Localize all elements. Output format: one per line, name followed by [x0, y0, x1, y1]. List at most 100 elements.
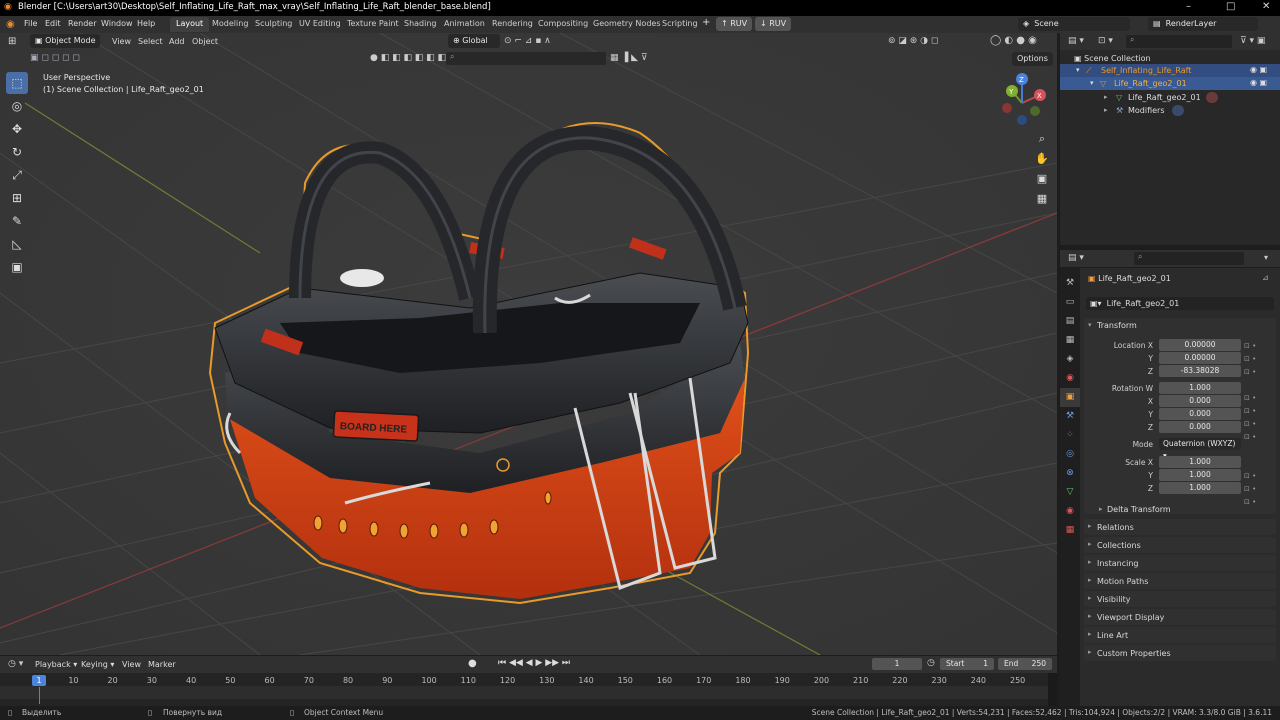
- panel-viewport-display[interactable]: ▸ Viewport Display: [1084, 609, 1276, 625]
- tab-sculpting[interactable]: Sculpting: [249, 17, 298, 32]
- 3d-viewport[interactable]: BOARD HERE X Y Z User Perspective (1) Sc…: [0, 33, 1057, 655]
- outliner-root[interactable]: ▣ Scene Collection: [1074, 54, 1151, 63]
- camera-icon[interactable]: ▣: [1034, 169, 1050, 189]
- move-icon[interactable]: ✥: [6, 118, 28, 140]
- grid-view-icon[interactable]: ▦: [1034, 189, 1050, 209]
- tab-geometry-nodes[interactable]: Geometry Nodes: [587, 17, 666, 32]
- location-z-field[interactable]: -83.38028: [1159, 365, 1241, 377]
- outliner-search-input[interactable]: ⌕: [1126, 35, 1232, 48]
- outliner-row-collection[interactable]: ▾ ⟋ Self_Inflating_Life_Raft ◉ ▣: [1060, 64, 1280, 77]
- location-y-field[interactable]: 0.00000: [1159, 352, 1241, 364]
- delta-transform-header[interactable]: Delta Transform: [1107, 505, 1171, 514]
- timeline-view-menu[interactable]: View: [122, 660, 141, 669]
- add-menu[interactable]: Add: [169, 37, 185, 46]
- transform-orientation-selector[interactable]: ⊕ Global: [448, 34, 500, 48]
- select-box-icon[interactable]: ⬚: [6, 72, 28, 94]
- material-tab-icon[interactable]: ◉: [1060, 502, 1080, 521]
- maximize-button[interactable]: □: [1226, 1, 1235, 12]
- panel-line-art[interactable]: ▸ Line Art: [1084, 627, 1276, 643]
- rotation-mode-dropdown[interactable]: Quaternion (WXYZ) ▾: [1159, 438, 1241, 460]
- playback-controls-icon[interactable]: ⏮ ◀◀ ◀ ▶ ▶▶ ⏭: [498, 658, 570, 668]
- tab-rendering[interactable]: Rendering: [486, 17, 539, 32]
- measure-icon[interactable]: ◺: [6, 233, 28, 255]
- add-workspace-button[interactable]: +: [702, 17, 710, 28]
- scale-y-field[interactable]: 1.000: [1159, 469, 1241, 481]
- pin-icon[interactable]: ⊿: [1262, 273, 1269, 282]
- visibility-icon[interactable]: ⊚ ◪ ⊛ ◑ ◻: [888, 36, 938, 46]
- eye-icon[interactable]: ◉ ▣: [1250, 78, 1267, 87]
- object-menu[interactable]: Object: [192, 37, 218, 46]
- playhead-marker[interactable]: 1: [32, 675, 46, 686]
- end-frame-field[interactable]: End 250: [998, 658, 1052, 670]
- menu-edit[interactable]: Edit: [45, 19, 61, 28]
- viewport-filter-funnel-icon[interactable]: ▦ ▐ ◣ ⊽: [610, 53, 648, 63]
- zoom-icon[interactable]: ⌕: [1034, 129, 1050, 149]
- tab-uv-editing[interactable]: UV Editing: [293, 17, 347, 32]
- modifier-tab-icon[interactable]: ⚒: [1060, 407, 1080, 426]
- rotation-x-field[interactable]: 0.000: [1159, 395, 1241, 407]
- tab-shading[interactable]: Shading: [398, 17, 443, 32]
- transform-collapse-icon[interactable]: ▾: [1088, 321, 1092, 329]
- delta-collapse-icon[interactable]: ▸: [1099, 505, 1103, 513]
- annotate-icon[interactable]: ✎: [6, 210, 28, 232]
- select-menu[interactable]: Select: [138, 37, 163, 46]
- view-layer-tab-icon[interactable]: ▦: [1060, 331, 1080, 350]
- data-tab-icon[interactable]: ▽: [1060, 483, 1080, 502]
- scale-icon[interactable]: ⤢: [6, 164, 28, 186]
- editor-type-icon[interactable]: ⊞: [8, 36, 16, 47]
- cursor-icon[interactable]: ◎: [6, 95, 28, 117]
- menu-help[interactable]: Help: [137, 19, 155, 28]
- outliner-row-object[interactable]: ▾ ▽ Life_Raft_geo2_01 ◉ ▣: [1060, 77, 1280, 90]
- viewport-filter-icons[interactable]: ● ◧ ◧ ◧ ◧ ◧ ◧: [370, 53, 446, 63]
- ruv-button-2[interactable]: ↓ RUV: [755, 17, 792, 31]
- texture-tab-icon[interactable]: ▦: [1060, 521, 1080, 540]
- panel-instancing[interactable]: ▸ Instancing: [1084, 555, 1276, 571]
- panel-motion-paths[interactable]: ▸ Motion Paths: [1084, 573, 1276, 589]
- properties-options-icon[interactable]: ▾: [1264, 253, 1268, 262]
- scale-x-field[interactable]: 1.000: [1159, 456, 1241, 468]
- object-name-field[interactable]: ▣▾ Life_Raft_geo2_01: [1086, 297, 1274, 310]
- rotation-y-field[interactable]: 0.000: [1159, 408, 1241, 420]
- display-mode-icon[interactable]: ⊡ ▾: [1098, 36, 1113, 46]
- world-tab-icon[interactable]: ◉: [1060, 369, 1080, 388]
- panel-collections[interactable]: ▸ Collections: [1084, 537, 1276, 553]
- minimize-button[interactable]: –: [1186, 1, 1191, 12]
- timeline-editor-icon[interactable]: ◷ ▾: [8, 659, 23, 669]
- object-tab-icon[interactable]: ▣: [1060, 388, 1080, 407]
- rotate-icon[interactable]: ↻: [6, 141, 28, 163]
- pan-hand-icon[interactable]: ✋: [1034, 149, 1050, 169]
- rotation-z-field[interactable]: 0.000: [1159, 421, 1241, 433]
- scale-z-field[interactable]: 1.000: [1159, 482, 1241, 494]
- scene-selector[interactable]: ◈ Scene: [1018, 17, 1130, 31]
- pivot-icon[interactable]: ⊙ ⌐ ⊿ ▪ ∧: [504, 36, 551, 46]
- keying-menu[interactable]: Keying ▾: [81, 660, 114, 669]
- properties-editor-icon[interactable]: ▤ ▾: [1068, 253, 1084, 263]
- outliner-row-modifiers[interactable]: ▸ ⚒ Modifiers: [1060, 104, 1280, 117]
- tab-animation[interactable]: Animation: [438, 17, 491, 32]
- panel-visibility[interactable]: ▸ Visibility: [1084, 591, 1276, 607]
- tab-texture-paint[interactable]: Texture Paint: [341, 17, 405, 32]
- panel-custom-properties[interactable]: ▸ Custom Properties: [1084, 645, 1276, 661]
- menu-window[interactable]: Window: [101, 19, 133, 28]
- current-frame-field[interactable]: 1: [872, 658, 922, 670]
- options-button[interactable]: Options: [1012, 52, 1053, 66]
- view-menu[interactable]: View: [112, 37, 131, 46]
- marker-menu[interactable]: Marker: [148, 660, 176, 669]
- tab-compositing[interactable]: Compositing: [532, 17, 594, 32]
- constraints-tab-icon[interactable]: ⊗: [1060, 464, 1080, 483]
- physics-tab-icon[interactable]: ◎: [1060, 445, 1080, 464]
- ruv-button-1[interactable]: ↑ RUV: [716, 17, 753, 31]
- outliner-row-mesh[interactable]: ▸ ▽ Life_Raft_geo2_01: [1060, 91, 1280, 104]
- close-button[interactable]: ✕: [1262, 1, 1270, 12]
- blender-menu-icon[interactable]: ◉: [6, 19, 15, 30]
- outliner-filter-icon[interactable]: ⊽ ▾ ▣: [1240, 36, 1265, 46]
- lock-icons[interactable]: ⊡ • ⊡ • ⊡ • ⊡ • ⊡ • ⊡ • ⊡ • ⊡ • ⊡ • ⊡ •: [1244, 340, 1256, 509]
- mode-selector[interactable]: ▣ Object Mode: [30, 34, 100, 48]
- location-x-field[interactable]: 0.00000: [1159, 339, 1241, 351]
- transform-header[interactable]: Transform: [1097, 321, 1137, 330]
- add-cube-icon[interactable]: ▣: [6, 256, 28, 278]
- output-tab-icon[interactable]: ▤: [1060, 312, 1080, 331]
- transform-icon[interactable]: ⊞: [6, 187, 28, 209]
- particles-tab-icon[interactable]: ⁘: [1060, 426, 1080, 445]
- render-tab-icon[interactable]: ▭: [1060, 293, 1080, 312]
